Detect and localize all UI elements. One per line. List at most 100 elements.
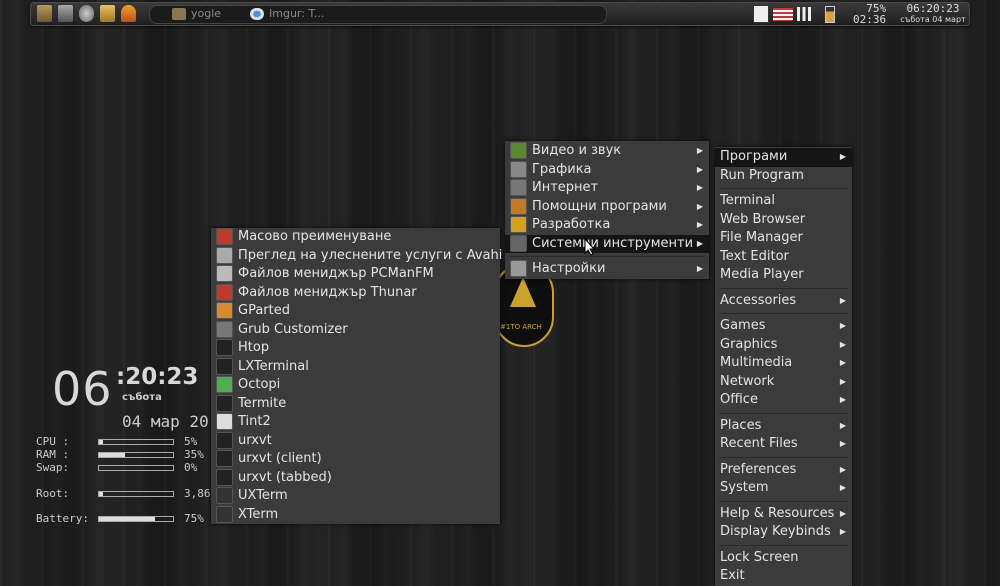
menu-item[interactable]: Помощни програми ▶ bbox=[505, 197, 709, 217]
wifi-signal-icon[interactable] bbox=[797, 7, 811, 21]
menu-item[interactable]: Интернет ▶ bbox=[505, 179, 709, 198]
menu-item[interactable]: Text Editor bbox=[715, 248, 852, 267]
menu-item[interactable]: Media Player bbox=[715, 266, 852, 285]
files-icon[interactable] bbox=[37, 5, 52, 22]
menu-item[interactable]: Terminal bbox=[715, 192, 852, 211]
submenu-arrow-icon: ▶ bbox=[696, 264, 703, 273]
menu-item[interactable]: Office ▶ bbox=[715, 391, 852, 410]
menu-item-label: Network bbox=[720, 373, 775, 389]
battery-icon[interactable] bbox=[825, 5, 835, 23]
menu-item[interactable]: Graphics ▶ bbox=[715, 336, 852, 355]
menu-item[interactable]: Настройки ▶ bbox=[505, 260, 709, 279]
menu-item[interactable]: Web Browser bbox=[715, 211, 852, 230]
menu-item-label: urxvt bbox=[238, 432, 272, 448]
menu-item[interactable]: GParted bbox=[211, 302, 500, 321]
stat-bar bbox=[98, 516, 174, 522]
menu-item[interactable]: Multimedia ▶ bbox=[715, 354, 852, 373]
menu-item[interactable]: Lock Screen bbox=[715, 549, 852, 568]
menu-item-label: Tint2 bbox=[238, 414, 271, 429]
urxvt-icon bbox=[216, 431, 233, 449]
menu-item[interactable]: Places ▶ bbox=[715, 417, 852, 436]
menu-item[interactable]: Програми ▶ bbox=[715, 148, 852, 167]
tint2-icon bbox=[216, 413, 233, 430]
menu-item[interactable]: XTerm bbox=[211, 505, 500, 525]
clock-date: събота 04 март bbox=[900, 15, 966, 24]
submenu-arrow-icon: ▶ bbox=[839, 376, 846, 386]
menu-item[interactable]: Разработка ▶ bbox=[505, 216, 709, 235]
submenu-arrow-icon: ▶ bbox=[839, 527, 846, 536]
menu-item[interactable]: Network ▶ bbox=[715, 373, 852, 392]
menu-item[interactable]: Системни инструменти ▶ bbox=[505, 234, 709, 253]
menu-item-label: Media Player bbox=[720, 267, 804, 282]
menu-item-label: Интернет bbox=[532, 180, 599, 195]
menu-item-label: Termite bbox=[238, 395, 287, 411]
chrome-icon bbox=[250, 7, 264, 20]
menu-item-label: Office bbox=[720, 392, 758, 407]
menu-item-label: Octopi bbox=[238, 377, 281, 392]
menu-item-label: Файлов мениджър Thunar bbox=[238, 284, 417, 300]
menu-item[interactable]: Recent Files ▶ bbox=[715, 435, 852, 454]
conky-minutes-seconds: :20:23 bbox=[116, 364, 199, 390]
menu-item[interactable]: UXTerm bbox=[211, 487, 500, 506]
system-tools-submenu: Масово преименуване Преглед на улеснените… bbox=[211, 228, 502, 525]
menu-item[interactable]: urxvt (tabbed) bbox=[211, 468, 500, 488]
menu-item[interactable]: Run Program bbox=[715, 167, 852, 186]
bulk-rename-icon bbox=[216, 228, 233, 245]
utilities-icon bbox=[510, 197, 527, 215]
menu-item-label: Display Keybinds bbox=[720, 524, 831, 539]
menu-item[interactable]: Display Keybinds ▶ bbox=[715, 523, 852, 542]
submenu-arrow-icon: ▶ bbox=[839, 321, 846, 330]
menu-separator bbox=[715, 410, 852, 417]
task-label: Imgur: T... bbox=[269, 7, 325, 20]
menu-item[interactable]: Масово преименуване bbox=[211, 228, 500, 247]
menu-item[interactable]: Видео и звук ▶ bbox=[505, 142, 709, 161]
menu-item[interactable]: Preferences ▶ bbox=[715, 461, 852, 480]
menu-item-label: Help & Resources bbox=[720, 505, 835, 521]
menu-item[interactable]: System ▶ bbox=[715, 479, 852, 498]
settings-icon[interactable] bbox=[79, 5, 94, 22]
task-item[interactable]: Imgur: T... bbox=[250, 7, 324, 20]
menu-item[interactable]: Termite bbox=[211, 394, 500, 414]
menu-item[interactable]: Grub Customizer bbox=[211, 320, 500, 340]
menu-item[interactable]: Help & Resources ▶ bbox=[715, 505, 852, 524]
menu-item[interactable]: Файлов мениджър PCManFM bbox=[211, 265, 500, 284]
menu-item[interactable]: urxvt (client) bbox=[211, 450, 500, 469]
submenu-arrow-icon: ▶ bbox=[839, 152, 846, 161]
root-menu: Програми ▶ Run Program Terminal Web Browser F… bbox=[715, 147, 852, 586]
settings-icon bbox=[510, 260, 527, 277]
submenu-arrow-icon: ▶ bbox=[839, 295, 846, 305]
xterm-icon bbox=[216, 487, 233, 504]
menu-separator bbox=[715, 310, 852, 317]
menu-item[interactable]: LXTerminal bbox=[211, 357, 500, 377]
menu-item[interactable]: Octopi bbox=[211, 376, 500, 395]
urxvt-icon bbox=[216, 450, 233, 467]
menu-item[interactable]: Графика ▶ bbox=[505, 160, 709, 180]
menu-item[interactable]: Преглед на улеснените услуги с Avahi bbox=[211, 246, 502, 266]
stat-bar bbox=[98, 439, 174, 445]
panel-clock[interactable]: 06:20:23 събота 04 март bbox=[897, 3, 969, 25]
task-item[interactable]: yogle bbox=[172, 7, 221, 20]
menu-item-label: Text Editor bbox=[720, 248, 789, 264]
fire-icon[interactable] bbox=[121, 5, 136, 22]
monitor-icon[interactable] bbox=[58, 5, 73, 22]
submenu-arrow-icon: ▶ bbox=[696, 201, 703, 211]
menu-item[interactable]: Games ▶ bbox=[715, 317, 852, 336]
task-label: yogle bbox=[191, 7, 222, 20]
menu-item[interactable]: File Manager bbox=[715, 229, 852, 248]
package-icon[interactable] bbox=[100, 5, 115, 22]
clock-time: 06:20:23 bbox=[906, 2, 960, 15]
menu-item[interactable]: Tint2 bbox=[211, 413, 500, 432]
menu-item[interactable]: Файлов мениджър Thunar bbox=[211, 283, 500, 303]
menu-item-label: Grub Customizer bbox=[238, 321, 348, 337]
menu-item[interactable]: urxvt bbox=[211, 431, 500, 451]
submenu-arrow-icon: ▶ bbox=[839, 395, 846, 404]
parking-icon[interactable] bbox=[753, 5, 769, 23]
menu-item[interactable]: Htop bbox=[211, 339, 500, 358]
menu-item[interactable]: Exit bbox=[715, 567, 852, 586]
menu-item[interactable]: Accessories ▶ bbox=[715, 292, 852, 311]
flag-us-icon[interactable] bbox=[773, 7, 793, 21]
submenu-arrow-icon: ▶ bbox=[839, 339, 846, 349]
menu-item-label: urxvt (client) bbox=[238, 451, 322, 466]
menu-separator bbox=[715, 454, 852, 461]
folder-icon bbox=[172, 7, 186, 20]
